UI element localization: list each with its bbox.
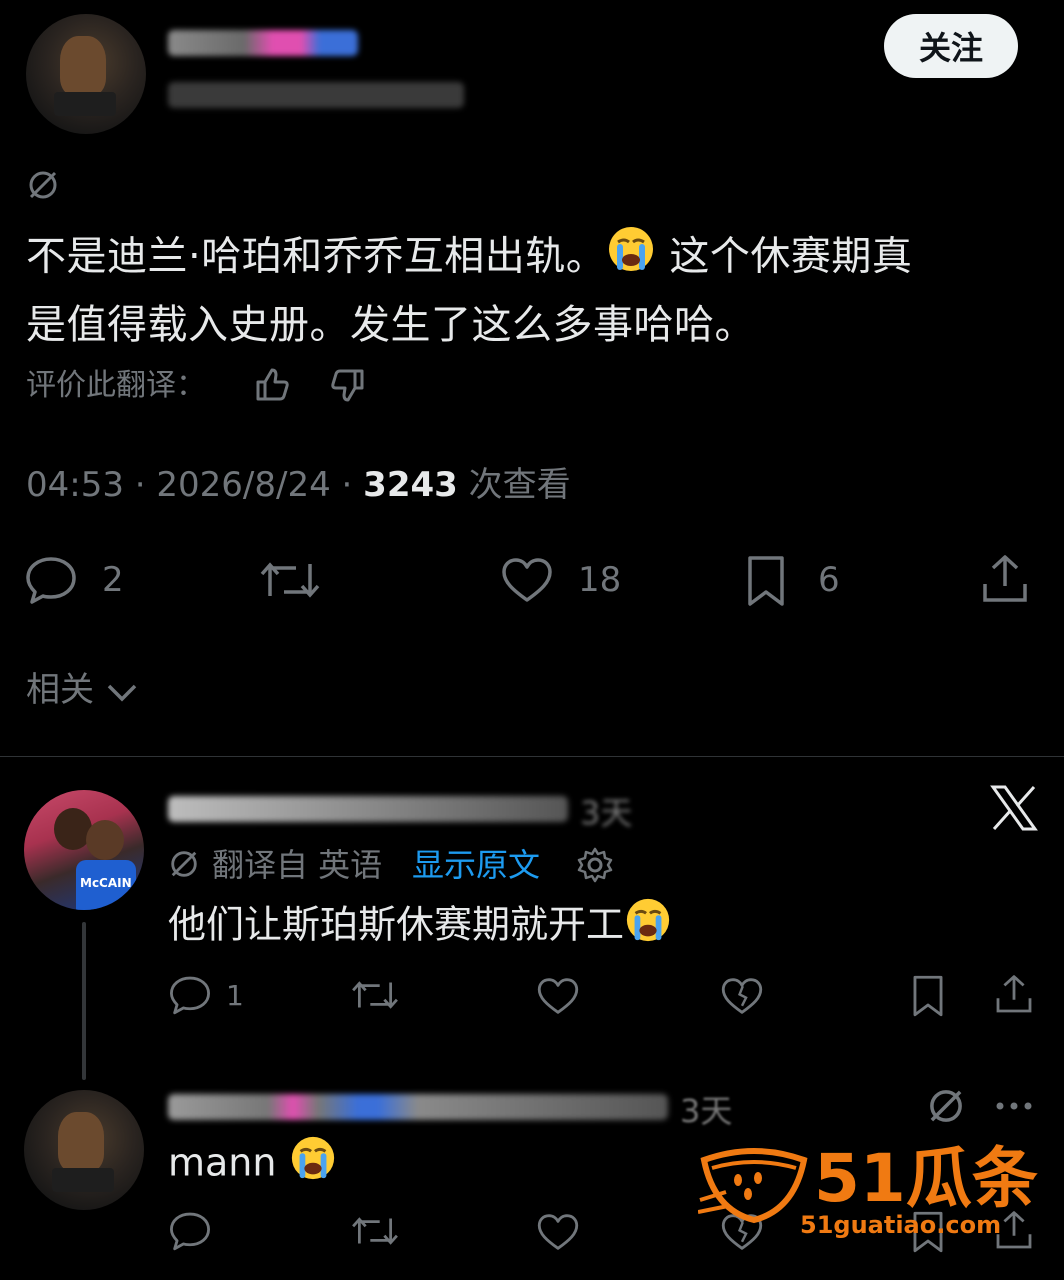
watermark-brand: 51瓜条 xyxy=(814,1140,1038,1217)
bookmark-icon[interactable] xyxy=(744,554,788,608)
tweet-text-line2: 是值得载入史册。发生了这么多事哈哈。 xyxy=(26,302,755,348)
reply1-dislike-icon[interactable] xyxy=(720,976,764,1016)
x-logo-icon xyxy=(990,784,1038,832)
watermelon-logo-icon xyxy=(698,1140,808,1230)
like-icon[interactable] xyxy=(500,556,554,604)
reply1-time: 3天 xyxy=(580,794,633,832)
reply1-avatar-jersey-text: McCAIN xyxy=(80,876,132,890)
reply1-like-icon[interactable] xyxy=(536,976,580,1016)
reply1-avatar[interactable]: McCAIN xyxy=(24,790,144,910)
tweet-meta: 04:53 · 2026/8/24 · 3243 次查看 xyxy=(26,462,571,508)
reply2-translate-icon xyxy=(926,1086,966,1126)
views-count: 3243 xyxy=(363,465,458,505)
reply2-time: 3天 xyxy=(680,1092,733,1130)
reply1-crying-face-emoji xyxy=(624,896,672,958)
crying-face-emoji xyxy=(606,224,656,293)
reply1-text: 他们让斯珀斯休赛期就开工 xyxy=(168,896,672,958)
views-label: 次查看 xyxy=(457,465,571,505)
reply-icon[interactable] xyxy=(24,554,78,606)
reply2-name-redacted xyxy=(168,1094,668,1120)
author-handle-redacted xyxy=(168,82,464,108)
chevron-down-icon xyxy=(105,680,139,704)
reply1-share-icon[interactable] xyxy=(994,974,1034,1016)
tweet-text-line1: 不是迪兰·哈珀和乔乔互相出轨。 xyxy=(26,233,607,280)
thumbs-down-icon[interactable] xyxy=(328,366,368,406)
tweet-text-line1-end: 这个休赛期真 xyxy=(656,233,913,280)
reply1-reply-icon[interactable] xyxy=(168,974,212,1016)
watermark-url: 51guatiao.com xyxy=(800,1211,1002,1239)
reply2-crying-face-emoji xyxy=(289,1134,337,1196)
rate-translation-label: 评价此翻译： xyxy=(26,368,206,403)
timestamp: 04:53 · 2026/8/24 · xyxy=(26,465,364,505)
author-avatar[interactable] xyxy=(26,14,146,134)
follow-button[interactable]: 关注 xyxy=(884,14,1018,78)
reply2-retweet-icon[interactable] xyxy=(350,1212,400,1250)
thread-connector xyxy=(82,922,86,1080)
reply2-avatar[interactable] xyxy=(24,1090,144,1210)
reply1-text-content: 他们让斯珀斯休赛期就开工 xyxy=(168,902,625,947)
reply1-show-original-link[interactable]: 显示原文 xyxy=(412,844,540,886)
reply1-bookmark-icon[interactable] xyxy=(910,974,946,1018)
reply1-reply-count: 1 xyxy=(226,979,244,1012)
section-divider xyxy=(0,756,1064,757)
author-name-redacted xyxy=(168,30,358,56)
translate-icon xyxy=(26,168,60,202)
reply1-translated-from: 翻译自 英语 xyxy=(212,846,383,884)
reply2-like-icon[interactable] xyxy=(536,1212,580,1252)
related-toggle[interactable]: 相关 xyxy=(26,668,139,712)
tweet-text: 不是迪兰·哈珀和乔乔互相出轨。 这个休赛期真 是值得载入史册。发生了这么多事哈哈… xyxy=(26,224,1046,357)
thumbs-up-icon[interactable] xyxy=(252,364,292,404)
retweet-icon[interactable] xyxy=(258,556,322,604)
gear-icon[interactable] xyxy=(576,846,614,884)
reply1-retweet-icon[interactable] xyxy=(350,976,400,1014)
bookmark-count: 6 xyxy=(818,560,840,600)
share-icon[interactable] xyxy=(980,554,1030,606)
reply1-name-redacted xyxy=(168,796,568,822)
more-options-icon[interactable] xyxy=(994,1098,1034,1114)
like-count: 18 xyxy=(578,560,622,600)
reply2-text-content: mann xyxy=(168,1140,277,1185)
reply-count: 2 xyxy=(102,560,124,600)
reply2-text: mann xyxy=(168,1134,337,1196)
reply2-reply-icon[interactable] xyxy=(168,1210,212,1252)
related-label: 相关 xyxy=(26,670,94,710)
reply1-translate-icon xyxy=(168,848,200,880)
